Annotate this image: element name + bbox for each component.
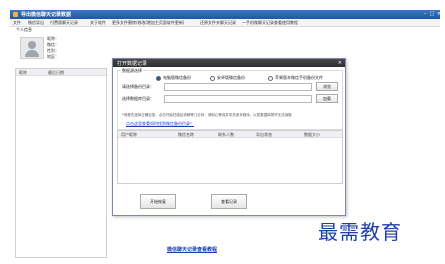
menu-more-files[interactable]: 更多文件删除/修改(增加主页面软件更新) [112, 20, 184, 26]
records-table-header: 用户昵称 微信名称 联系人数 导出状态 数据大小 [118, 131, 342, 138]
column-contact-count[interactable]: 联系人数 [218, 132, 234, 138]
column-wechat-name[interactable]: 微信名称 [178, 132, 194, 138]
start-recover-button[interactable]: 开始恢复 [140, 194, 176, 209]
radio-selected-icon [156, 75, 161, 81]
menu-export[interactable]: 微信导出 [28, 20, 44, 26]
avatar-head [28, 41, 36, 49]
dialog-close-button[interactable]: × [338, 60, 342, 66]
records-table[interactable]: 用户昵称 微信名称 联系人数 导出状态 数据大小 [117, 130, 343, 184]
maximize-button[interactable]: □ [429, 12, 435, 17]
radio-pc-label: 电脑版微信备份 [163, 75, 191, 80]
radio-android-backup[interactable]: 安卓版微信备份 [210, 75, 245, 81]
menu-restore-folder[interactable]: 还原文件夹聊天记录 [200, 20, 236, 26]
radio-android-label: 安卓版微信备份 [217, 75, 245, 80]
dialog-title: 打开数据记录 [117, 61, 148, 67]
menu-about[interactable]: 关于软件 [90, 20, 106, 26]
database-dir-label: 选择数据库目录： [122, 96, 154, 101]
backup-dir-input[interactable] [164, 83, 312, 91]
browse-button[interactable]: 浏览 [316, 82, 338, 91]
column-data-size[interactable]: 数据大小 [304, 132, 320, 138]
radio-icon [268, 75, 273, 81]
radio-pc-backup[interactable]: 电脑版微信备份 [156, 75, 191, 81]
instruction-note: *请首先选择正确目录，点击开始扫描后请稍等几分钟，请耐心等待并勿关闭本程序，以防… [122, 113, 292, 117]
avatar-body [25, 50, 39, 57]
radio-ios-backup[interactable]: 苹果版本微信手机备份文件 [268, 75, 323, 81]
load-button[interactable]: 加载 [316, 94, 338, 103]
radio-ios-label: 苹果版本微信手机备份文件 [275, 75, 323, 80]
avatar [20, 37, 44, 59]
database-dir-input[interactable] [164, 95, 312, 103]
radio-icon [210, 75, 215, 81]
column-user-nickname[interactable]: 用户昵称 [121, 132, 137, 138]
user-panel: 个人信息 昵称： 微信： 性别： 地区： [12, 27, 92, 67]
user-region-label: 地区： [47, 54, 59, 59]
backup-dir-label: 请选择备份目录： [122, 84, 154, 89]
menu-file[interactable]: 文件 [13, 20, 21, 26]
tutorial-link[interactable]: 微信聊天记录查看教程 [167, 246, 217, 253]
menu-bar: 文件 微信导出 付费版聊天记录 关于软件 更多文件删除/修改(增加主页面软件更新… [10, 19, 440, 27]
view-records-button[interactable]: 查看记录 [211, 194, 247, 209]
contact-list[interactable]: 昵称 最后日期 [15, 68, 107, 258]
user-panel-header: 个人信息 [16, 27, 32, 32]
window-titlebar: 导出微信聊天记录数据 – □ × [10, 10, 442, 19]
menu-tutorial[interactable]: 一手机微聊天记录查看使用教程 [242, 20, 298, 26]
watermark-logo: 最需教育 [318, 220, 402, 244]
source-group-label: 数据源选择 [121, 68, 143, 74]
dialog-titlebar: 打开数据记录 × [113, 59, 345, 67]
close-button[interactable]: × [436, 12, 442, 17]
column-nickname[interactable]: 昵称 [19, 70, 27, 76]
window-title: 导出微信聊天记录数据 [21, 12, 72, 18]
column-last-date[interactable]: 最后日期 [48, 70, 64, 76]
contact-list-header: 昵称 最后日期 [16, 69, 106, 76]
minimize-button[interactable]: – [422, 12, 428, 17]
open-records-dialog: 打开数据记录 × 数据源选择 电脑版微信备份 安卓版微信备份 苹果版本微信手机备… [112, 58, 346, 216]
source-group: 数据源选择 电脑版微信备份 安卓版微信备份 苹果版本微信手机备份文件 请选择备份… [117, 68, 343, 130]
find-backup-link[interactable]: 点击这里查看如何找到微信备份目录！ [126, 121, 194, 127]
menu-paid-records[interactable]: 付费版聊天记录 [50, 20, 78, 26]
column-export-status[interactable]: 导出状态 [256, 132, 272, 138]
app-icon [13, 12, 18, 17]
